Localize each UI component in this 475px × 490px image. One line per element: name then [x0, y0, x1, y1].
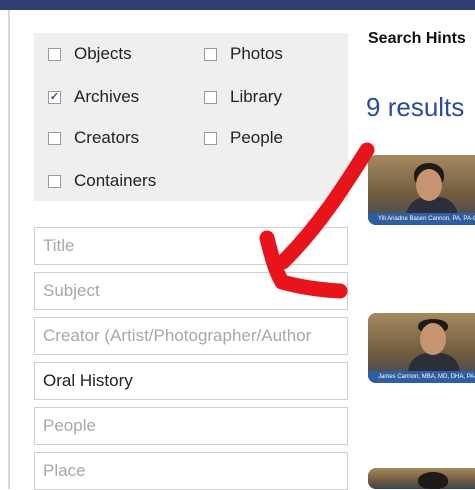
filter-photos-label: Photos: [230, 44, 283, 63]
people-field[interactable]: [34, 407, 348, 445]
checkbox[interactable]: [204, 90, 217, 104]
results-count: 9: [366, 92, 381, 122]
thumbnail-caption: Yill Ariadne Basen Cannon, PA, PA-C: [368, 213, 475, 225]
title-field[interactable]: [34, 227, 348, 265]
filter-archives[interactable]: ✓ Archives: [48, 87, 139, 107]
filter-photos[interactable]: Photos: [204, 44, 283, 64]
checkbox[interactable]: [48, 47, 61, 61]
record-type-filter-panel: Objects Photos ✓ Archives Library Creato…: [34, 33, 348, 201]
filter-people[interactable]: People: [204, 128, 283, 148]
filter-creators[interactable]: Creators: [48, 128, 139, 148]
top-border: [0, 0, 475, 10]
creator-field[interactable]: [34, 317, 348, 355]
checkbox[interactable]: [48, 174, 61, 188]
results-count-heading: 9 results: [366, 92, 464, 123]
person-head: [416, 169, 442, 201]
person-hair: [418, 472, 448, 489]
filter-people-label: People: [230, 128, 283, 147]
checkbox[interactable]: [204, 131, 217, 145]
place-field[interactable]: [34, 452, 348, 490]
result-thumbnail-1[interactable]: Yill Ariadne Basen Cannon, PA, PA-C: [368, 155, 475, 225]
filter-objects[interactable]: Objects: [48, 44, 132, 64]
result-thumbnail-2[interactable]: James Cannon, MBA, MD, DHA, PA-C: [368, 313, 475, 383]
person-head: [420, 323, 446, 355]
filter-creators-label: Creators: [74, 128, 140, 147]
subject-field[interactable]: [34, 272, 348, 310]
left-border: [8, 10, 10, 489]
result-thumbnail-3[interactable]: [368, 468, 475, 489]
checkbox[interactable]: [204, 47, 217, 61]
checkbox[interactable]: [48, 131, 61, 145]
thumbnail-caption: James Cannon, MBA, MD, DHA, PA-C: [368, 371, 475, 383]
filter-containers-label: Containers: [74, 171, 157, 190]
checkbox[interactable]: ✓: [48, 90, 61, 104]
filter-archives-label: Archives: [74, 87, 140, 106]
filter-containers[interactable]: Containers: [48, 171, 156, 191]
filter-objects-label: Objects: [74, 44, 132, 63]
filter-library[interactable]: Library: [204, 87, 282, 107]
results-label: results: [387, 92, 465, 122]
collection-field[interactable]: [34, 362, 348, 400]
filter-library-label: Library: [230, 87, 282, 106]
search-hints-link[interactable]: Search Hints: [368, 30, 466, 48]
